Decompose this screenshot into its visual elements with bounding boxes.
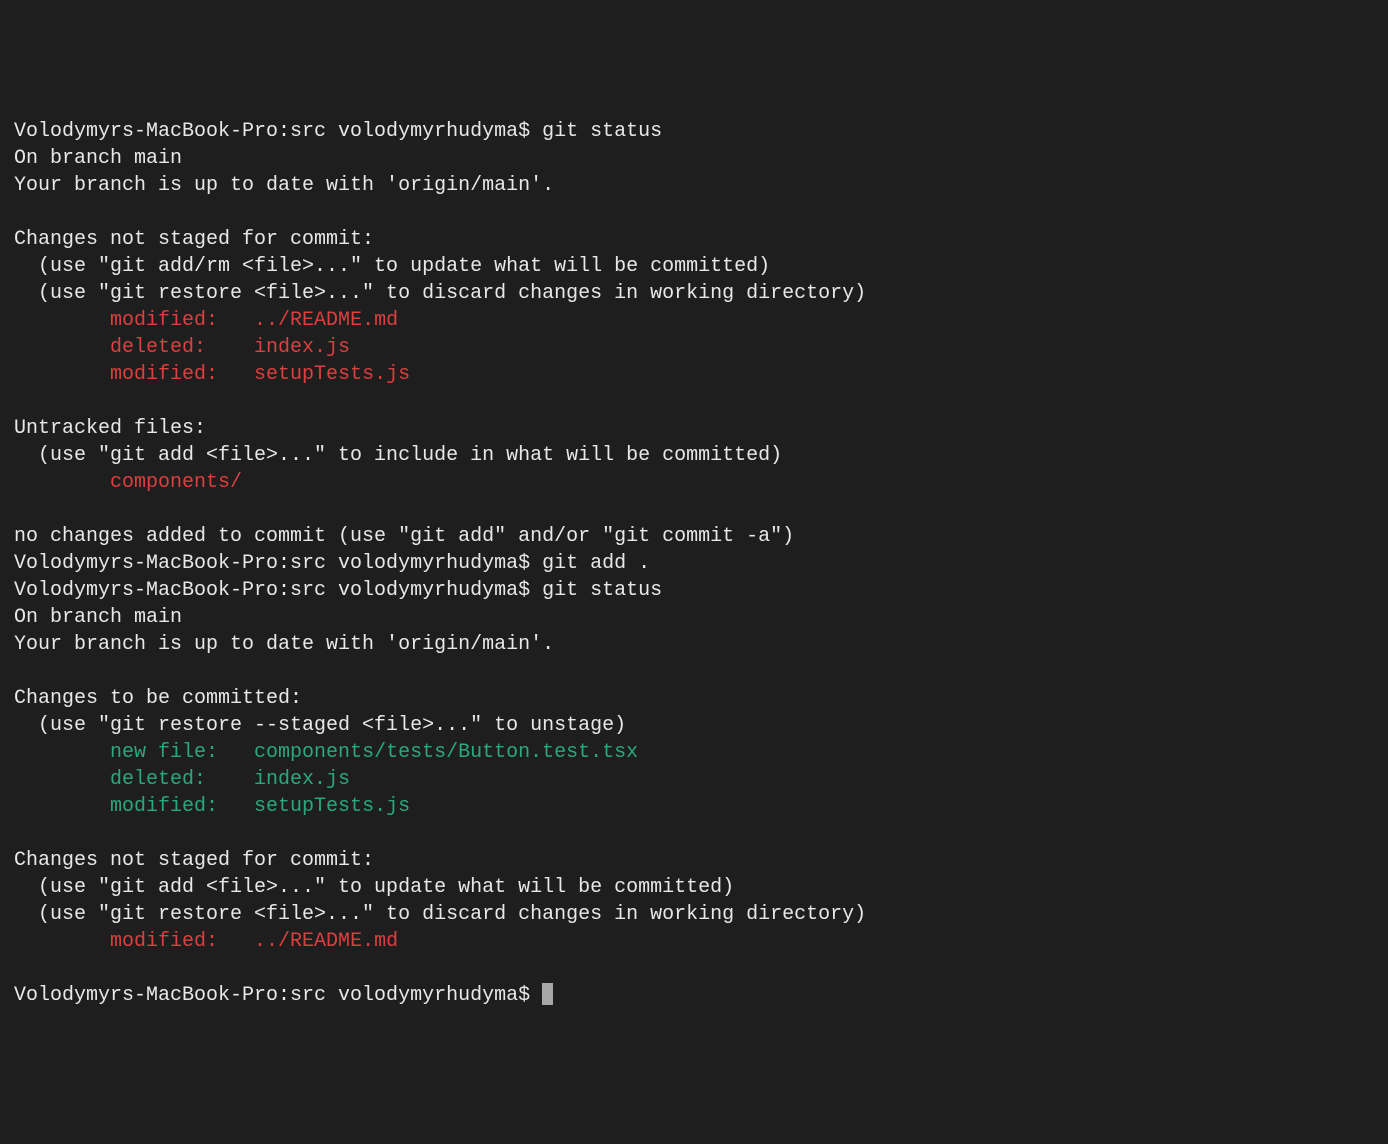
file-path: ../README.md [254, 930, 398, 953]
prompt: Volodymyrs-MacBook-Pro:src volodymyrhudy… [14, 552, 542, 575]
file-status: deleted: [110, 336, 254, 359]
file-indent [14, 363, 110, 386]
file-status: modified: [110, 930, 254, 953]
file-status: modified: [110, 309, 254, 332]
section-header: Untracked files: [14, 417, 206, 440]
hint-text: (use "git add <file>..." to include in w… [14, 444, 782, 467]
file-status: modified: [110, 363, 254, 386]
file-indent [14, 741, 110, 764]
file-status: deleted: [110, 768, 254, 791]
file-status: new file: [110, 741, 254, 764]
file-indent [14, 309, 110, 332]
prompt: Volodymyrs-MacBook-Pro:src volodymyrhudy… [14, 984, 542, 1007]
hint-text: (use "git restore --staged <file>..." to… [14, 714, 626, 737]
section-header: Changes to be committed: [14, 687, 302, 710]
prompt: Volodymyrs-MacBook-Pro:src volodymyrhudy… [14, 120, 542, 143]
cursor-icon [542, 983, 553, 1005]
file-path: ../README.md [254, 309, 398, 332]
command-text: git add . [542, 552, 650, 575]
section-header: Changes not staged for commit: [14, 849, 374, 872]
hint-text: (use "git restore <file>..." to discard … [14, 903, 866, 926]
file-path: setupTests.js [254, 363, 410, 386]
file-status: modified: [110, 795, 254, 818]
hint-text: (use "git restore <file>..." to discard … [14, 282, 866, 305]
hint-text: (use "git add <file>..." to update what … [14, 876, 734, 899]
file-path: index.js [254, 336, 350, 359]
file-path: index.js [254, 768, 350, 791]
file-indent [14, 336, 110, 359]
file-indent [14, 930, 110, 953]
sync-status: Your branch is up to date with 'origin/m… [14, 174, 554, 197]
summary-text: no changes added to commit (use "git add… [14, 525, 794, 548]
branch-info: On branch main [14, 606, 182, 629]
branch-info: On branch main [14, 147, 182, 170]
command-text: git status [542, 120, 662, 143]
hint-text: (use "git add/rm <file>..." to update wh… [14, 255, 770, 278]
prompt: Volodymyrs-MacBook-Pro:src volodymyrhudy… [14, 579, 542, 602]
section-header: Changes not staged for commit: [14, 228, 374, 251]
command-text: git status [542, 579, 662, 602]
file-indent [14, 768, 110, 791]
sync-status: Your branch is up to date with 'origin/m… [14, 633, 554, 656]
file-path: components/tests/Button.test.tsx [254, 741, 638, 764]
file-indent [14, 795, 110, 818]
terminal-output[interactable]: Volodymyrs-MacBook-Pro:src volodymyrhudy… [14, 118, 1374, 1009]
file-path: setupTests.js [254, 795, 410, 818]
file-indent [14, 471, 110, 494]
file-path: components/ [110, 471, 242, 494]
